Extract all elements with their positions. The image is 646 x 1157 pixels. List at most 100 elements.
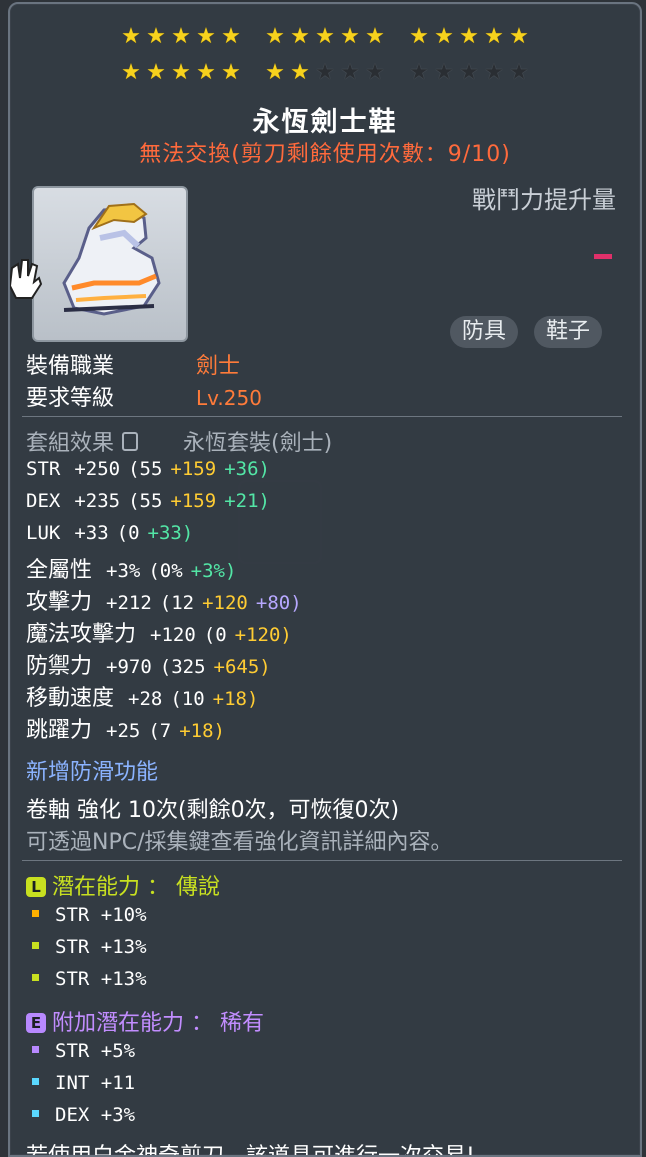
filled-star-icon: ★ xyxy=(265,24,285,49)
stat-total: +970 xyxy=(106,656,152,678)
item-tooltip: ★ ★ ★ ★ ★ ★ ★ ★ ★ ★ ★ ★ ★ ★ ★ ★ ★ ★ ★ ★ ★ ★ ★ ★ ★ ★ ★ ★ ★ ★ 永恆劍士鞋 無法… xyxy=(8,2,642,1157)
required-level-row: 要求等級 Lv.250 xyxy=(26,380,262,412)
required-job-value: 劍士 xyxy=(196,354,241,379)
potential-line-text: STR +13% xyxy=(55,968,147,990)
potential-line: STR +10% xyxy=(26,902,147,927)
extra-ability: 新增防滑功能 xyxy=(26,760,159,785)
stat-bonus: +3%) xyxy=(190,560,237,582)
scroll-upgrade-info: 卷軸 強化 10次(剩餘0次，可恢復0次) xyxy=(26,798,400,823)
filled-star-icon: ★ xyxy=(171,24,191,49)
filled-star-icon: ★ xyxy=(484,24,504,49)
footer-note: 若使用白金神奇剪刀，該道具可進行一次交易! xyxy=(26,1144,475,1157)
stat-bonus: +645) xyxy=(213,656,271,678)
stat-total: +25 xyxy=(106,720,141,742)
bullet-icon xyxy=(32,941,39,949)
stat-base: (12 xyxy=(159,592,195,614)
potential-label: 潛在能力 ： 傳說 xyxy=(52,875,220,900)
stat-name: 全屬性 xyxy=(26,558,93,583)
bullet-icon xyxy=(32,1109,39,1117)
filled-star-icon: ★ xyxy=(434,24,454,49)
empty-star-icon: ★ xyxy=(409,60,429,85)
potential-line: STR +13% xyxy=(26,934,147,959)
filled-star-icon: ★ xyxy=(221,24,241,49)
stat-bonus: +159 xyxy=(170,458,217,480)
stat-base: (325 xyxy=(159,656,206,678)
potential-line: DEX +3% xyxy=(26,1102,135,1127)
divider xyxy=(22,416,622,417)
filled-star-icon: ★ xyxy=(121,60,141,85)
empty-star-icon: ★ xyxy=(315,60,335,85)
stat-bonus: +33) xyxy=(147,522,194,544)
required-job-label: 裝備職業 xyxy=(26,354,115,379)
required-level-label: 要求等級 xyxy=(26,386,115,411)
trade-restriction-note: 無法交換(剪刀剩餘使用次數：9/10) xyxy=(139,142,511,167)
bullet-icon xyxy=(32,1077,39,1085)
empty-star-icon: ★ xyxy=(484,60,504,85)
stat-total: +28 xyxy=(128,688,163,710)
stat-name: DEX xyxy=(26,490,61,512)
tag-armor: 防具 xyxy=(450,316,519,348)
star-force-row-2: ★ ★ ★ ★ ★ ★ ★ ★ ★ ★ ★ ★ ★ ★ ★ xyxy=(10,62,640,84)
star-force-row-1: ★ ★ ★ ★ ★ ★ ★ ★ ★ ★ ★ ★ ★ ★ ★ xyxy=(10,26,640,48)
filled-star-icon: ★ xyxy=(146,24,166,49)
potential-line: STR +5% xyxy=(26,1038,135,1063)
divider xyxy=(22,860,622,861)
potential-line-text: DEX +3% xyxy=(55,1104,136,1126)
tag-shoes: 鞋子 xyxy=(534,316,603,348)
empty-star-icon: ★ xyxy=(340,60,360,85)
stat-row: 防禦力 +970 (325 +645) xyxy=(26,648,287,680)
bullet-icon xyxy=(32,909,39,917)
stat-bonus-2: +36) xyxy=(224,458,270,480)
star-group: ★ ★ ★ ★ ★ xyxy=(408,62,530,84)
stat-row: LUK +33 (0 +33) xyxy=(26,520,209,545)
filled-star-icon: ★ xyxy=(509,24,529,49)
stat-bonus: +120 xyxy=(202,592,248,614)
filled-star-icon: ★ xyxy=(196,24,216,49)
stat-name: LUK xyxy=(26,522,61,544)
filled-star-icon: ★ xyxy=(265,60,285,85)
stat-name: STR xyxy=(26,458,61,480)
bonus-potential-header: E 附加潛在能力 ： 稀有 xyxy=(26,1005,264,1037)
set-effect-label: 套組效果 xyxy=(26,431,115,456)
filled-star-icon: ★ xyxy=(196,60,216,85)
stat-name: 移動速度 xyxy=(26,686,115,711)
filled-star-icon: ★ xyxy=(290,24,310,49)
boot-icon xyxy=(62,202,161,316)
stat-base: (10 xyxy=(170,688,205,710)
potential-line-text: STR +10% xyxy=(55,904,147,926)
empty-star-icon: ★ xyxy=(434,60,454,85)
stat-row: 攻擊力 +212 (12 +120 +80) xyxy=(26,584,310,616)
potential-line-text: INT +11 xyxy=(55,1072,136,1094)
star-group: ★ ★ ★ ★ ★ xyxy=(408,26,530,48)
filled-star-icon: ★ xyxy=(290,60,310,85)
star-group: ★ ★ ★ ★ ★ xyxy=(264,62,386,84)
stat-bonus: +120) xyxy=(234,624,292,646)
stat-base: (7 xyxy=(148,720,172,742)
set-effect-row[interactable]: 套組效果 永恆套裝(劍士) xyxy=(26,425,332,457)
stat-bonus: +18) xyxy=(179,720,225,742)
empty-star-icon: ★ xyxy=(509,60,529,85)
stat-bonus-2: +21) xyxy=(224,490,270,512)
legendary-potential-icon: L xyxy=(26,877,46,897)
stat-name: 防禦力 xyxy=(26,654,93,679)
stat-name: 魔法攻擊力 xyxy=(26,622,137,647)
item-name: 永恆劍士鞋 xyxy=(252,107,398,138)
stat-total: +235 xyxy=(74,490,121,512)
stat-base: (0 xyxy=(203,624,227,646)
required-job-row: 裝備職業 劍士 xyxy=(26,348,240,380)
bullet-icon xyxy=(32,973,39,981)
stat-total: +120 xyxy=(150,624,196,646)
stat-name: 攻擊力 xyxy=(26,590,93,615)
potential-line-text: STR +5% xyxy=(55,1040,136,1062)
filled-star-icon: ★ xyxy=(221,60,241,85)
bullet-icon xyxy=(32,1045,39,1053)
filled-star-icon: ★ xyxy=(315,24,335,49)
stat-bonus-2: +80) xyxy=(255,592,302,614)
bonus-potential-label: 附加潛在能力 ： 稀有 xyxy=(52,1011,264,1036)
filled-star-icon: ★ xyxy=(171,60,191,85)
stat-bonus: +159 xyxy=(170,490,217,512)
filled-star-icon: ★ xyxy=(409,24,429,49)
stat-bonus: +18) xyxy=(212,688,259,710)
filled-star-icon: ★ xyxy=(146,60,166,85)
potential-line: INT +11 xyxy=(26,1070,135,1095)
